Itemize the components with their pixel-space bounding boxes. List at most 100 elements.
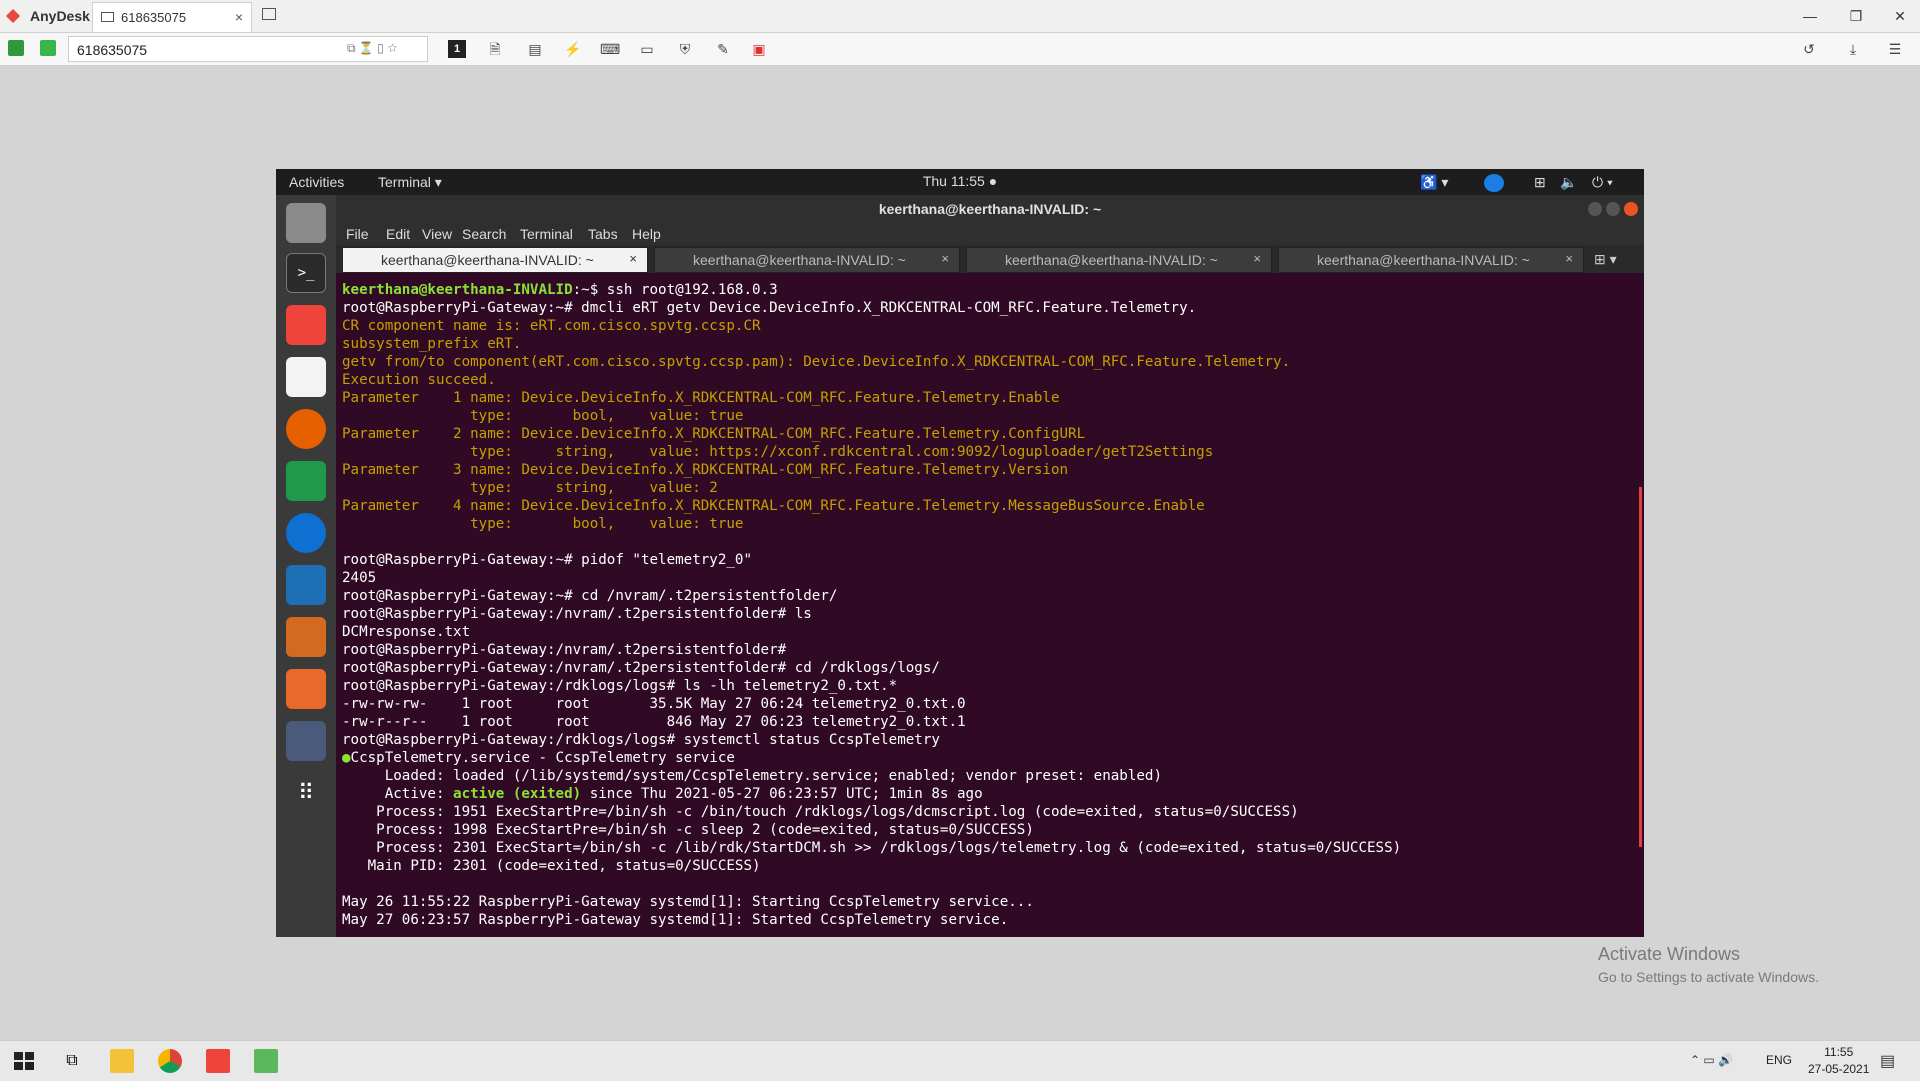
firefox-icon[interactable]	[286, 409, 326, 449]
menu-edit[interactable]: Edit	[386, 226, 410, 242]
terminal-line: root@RaspberryPi-Gateway:~# pidof "telem…	[342, 551, 1632, 569]
permissions-icon[interactable]: ⛨	[676, 40, 694, 58]
terminal-line: -rw-r--r-- 1 root root 846 May 27 06:23 …	[342, 713, 1632, 731]
activities-button[interactable]: Activities	[289, 174, 344, 190]
terminal-window[interactable]: keerthana@keerthana-INVALID: ~ File Edit…	[336, 195, 1644, 937]
watermark-subtitle: Go to Settings to activate Windows.	[1598, 969, 1819, 985]
text-editor-icon[interactable]	[286, 357, 326, 397]
notifications-icon[interactable]: ▤	[1880, 1051, 1895, 1071]
display-1-icon[interactable]: 1	[448, 40, 466, 58]
system-clock[interactable]: 11:55 27-05-2021	[1808, 1044, 1869, 1078]
menu-terminal[interactable]: Terminal	[520, 226, 573, 242]
terminal-text: root@RaspberryPi-Gateway:/nvram/.t2persi…	[342, 642, 787, 658]
terminal-text: type: string, value: 2	[342, 480, 718, 496]
anydesk-logo-icon	[6, 9, 20, 23]
teamviewer-tray-icon[interactable]	[1484, 174, 1504, 192]
power-menu-icon[interactable]: ⏻ ▾	[1592, 174, 1613, 191]
close-tab-icon[interactable]: ×	[629, 251, 637, 266]
terminal-line: root@RaspberryPi-Gateway:/rdklogs/logs# …	[342, 677, 1632, 695]
minimize-terminal-button[interactable]	[1588, 202, 1602, 216]
terminal-scrollbar[interactable]	[1639, 487, 1642, 847]
terminal-text: Parameter 1 name: Device.DeviceInfo.X_RD…	[342, 390, 1060, 406]
menu-icon[interactable]: ☰	[1886, 40, 1904, 58]
network-icon[interactable]: ⊞	[1534, 174, 1546, 191]
system-monitor-icon[interactable]	[286, 565, 326, 605]
chat-icon[interactable]: ▤	[526, 40, 544, 58]
menu-view[interactable]: View	[422, 226, 452, 242]
gnome-top-bar: Activities Terminal ▾ Thu 11:55 ● ♿ ▾ ⊞ …	[276, 169, 1644, 195]
terminal-tab-1[interactable]: keerthana@keerthana-INVALID: ~ ×	[342, 247, 648, 273]
close-window-button[interactable]: ✕	[1880, 4, 1920, 28]
session-tab[interactable]: 618635075 ×	[92, 2, 252, 32]
connection-status-icon	[8, 40, 24, 56]
terminal-text: -rw-rw-rw- 1 root root 35.5K May 27 06:2…	[342, 696, 966, 712]
top-bar-clock[interactable]: Thu 11:55 ●	[923, 173, 997, 189]
tray-icons[interactable]: ⌃ ▭ 🔊	[1690, 1053, 1733, 1067]
remote-ubuntu-screen[interactable]: Activities Terminal ▾ Thu 11:55 ● ♿ ▾ ⊞ …	[276, 169, 1644, 937]
address-field[interactable]: 618635075 ⧉ ⏳ ▯ ☆	[68, 36, 428, 62]
terminal-tab-4[interactable]: keerthana@keerthana-INVALID: ~ ×	[1278, 247, 1584, 273]
terminal-output[interactable]: keerthana@keerthana-INVALID:~$ ssh root@…	[336, 275, 1632, 937]
files-cabinet-icon[interactable]	[286, 203, 326, 243]
menu-file[interactable]: File	[346, 226, 369, 242]
display-icon[interactable]: ▭	[638, 40, 656, 58]
file-explorer-icon[interactable]	[110, 1049, 134, 1073]
terminal-line: root@RaspberryPi-Gateway:~# cd /nvram/.t…	[342, 587, 1632, 605]
app-menu[interactable]: Terminal ▾	[378, 174, 442, 191]
software-center-icon[interactable]	[286, 669, 326, 709]
close-tab-icon[interactable]: ×	[235, 9, 243, 25]
terminal-text: -rw-r--r-- 1 root root 846 May 27 06:23 …	[342, 714, 966, 730]
restore-button[interactable]: ❐	[1836, 4, 1876, 28]
spreadsheet-icon[interactable]	[286, 461, 326, 501]
menu-tabs[interactable]: Tabs	[588, 226, 618, 242]
record-icon[interactable]: ▣	[750, 40, 768, 58]
app-name: AnyDesk	[30, 8, 90, 24]
terminal-icon[interactable]: >_	[286, 253, 326, 293]
anydesk-dock-icon[interactable]	[286, 305, 326, 345]
terminal-line: Parameter 1 name: Device.DeviceInfo.X_RD…	[342, 389, 1632, 407]
history-icon[interactable]: ↺	[1800, 40, 1818, 58]
terminal-text: type: string, value: https://xconf.rdkce…	[342, 444, 1214, 460]
new-tab-icon[interactable]	[262, 8, 276, 20]
maximize-terminal-button[interactable]	[1606, 202, 1620, 216]
new-tab-menu-icon[interactable]: ⊞ ▾	[1594, 251, 1617, 268]
actions-icon[interactable]: ⚡	[564, 40, 582, 58]
close-tab-icon[interactable]: ×	[941, 251, 949, 266]
terminal-tab-2[interactable]: keerthana@keerthana-INVALID: ~ ×	[654, 247, 960, 273]
terminal-line: root@RaspberryPi-Gateway:/nvram/.t2persi…	[342, 605, 1632, 623]
keyboard-icon[interactable]: ⌨	[600, 40, 620, 58]
menu-search[interactable]: Search	[462, 226, 506, 242]
close-tab-icon[interactable]: ×	[1253, 251, 1261, 266]
task-view-icon[interactable]: ⧉	[60, 1049, 84, 1073]
drive-icon[interactable]	[286, 721, 326, 761]
volume-icon[interactable]: 🔈	[1560, 174, 1577, 191]
terminal-text: May 26 11:55:22 RaspberryPi-Gateway syst…	[342, 894, 1034, 910]
whiteboard-icon[interactable]: ✎	[714, 40, 732, 58]
download-icon[interactable]: ⤓	[1844, 40, 1862, 58]
terminal-text: since Thu 2021-05-27 06:23:57 UTC; 1min …	[581, 786, 983, 802]
windows-start-icon[interactable]	[12, 1049, 36, 1073]
chrome-icon[interactable]	[158, 1049, 182, 1073]
verified-icon	[40, 40, 56, 56]
terminal-line: keerthana@keerthana-INVALID:~$ ssh root@…	[342, 281, 1632, 299]
terminal-text: keerthana@keerthana-INVALID	[342, 282, 573, 298]
monitor-icon	[101, 12, 114, 22]
terminal-text: :~$ ssh root@192.168.0.3	[572, 282, 778, 298]
clock-time: 11:55	[1824, 1045, 1854, 1059]
notepad-taskbar-icon[interactable]	[254, 1049, 278, 1073]
language-indicator[interactable]: ENG	[1766, 1053, 1792, 1067]
presentation-icon[interactable]	[286, 617, 326, 657]
terminal-text: root@RaspberryPi-Gateway:~# pidof "telem…	[342, 552, 752, 568]
close-terminal-button[interactable]	[1624, 202, 1638, 216]
file-transfer-icon[interactable]: 🗎	[486, 40, 504, 58]
minimize-button[interactable]: —	[1790, 4, 1830, 28]
show-apps-grid-icon[interactable]: ⠿	[286, 773, 326, 813]
terminal-tab-3[interactable]: keerthana@keerthana-INVALID: ~ ×	[966, 247, 1272, 273]
accessibility-icon[interactable]: ♿ ▾	[1420, 174, 1448, 191]
address-actions-icon[interactable]: ⧉ ⏳ ▯ ☆	[347, 41, 398, 56]
close-tab-icon[interactable]: ×	[1565, 251, 1573, 266]
terminal-text: ●	[342, 750, 351, 766]
teamviewer-icon[interactable]	[286, 513, 326, 553]
menu-help[interactable]: Help	[632, 226, 661, 242]
anydesk-taskbar-icon[interactable]	[206, 1049, 230, 1073]
